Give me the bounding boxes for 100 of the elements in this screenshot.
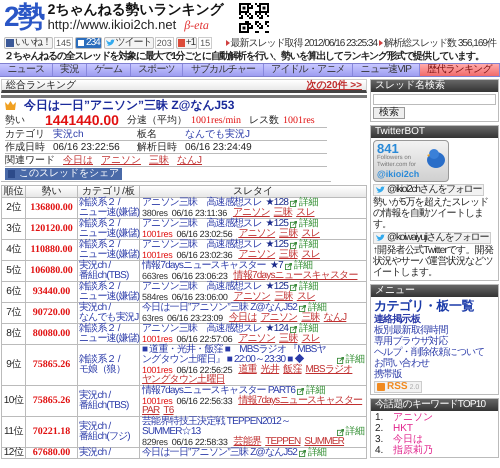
keyword-link[interactable]: TEPPEN (265, 437, 300, 447)
keyword-link[interactable]: アニソン (232, 208, 270, 218)
keyword-link[interactable]: アニソン (260, 313, 298, 323)
category-link[interactable]: 雑談系２ / (79, 198, 138, 208)
trending-keyword-link[interactable]: 今日は (393, 434, 423, 445)
site-logo[interactable]: 2勢 (4, 1, 44, 33)
category-link[interactable]: 雑談系２ / (79, 240, 138, 250)
keyword-link[interactable]: SUMMER (304, 437, 344, 447)
thread-title-link[interactable]: 情報7daysニュースキャスター (142, 261, 266, 271)
menu-link[interactable]: 板別最新取得時間 (374, 325, 448, 336)
menu-link[interactable]: お問い合わせ (374, 358, 430, 369)
category-link[interactable]: ニュー速(嫌儲) (79, 292, 138, 302)
keyword-link[interactable]: 三昧 (279, 250, 298, 260)
keyword-link[interactable]: MBSラジオ (306, 365, 352, 375)
detail-link[interactable]: 詳細 (346, 355, 364, 365)
share-button[interactable]: いいね！ (4, 37, 53, 49)
detail-link[interactable]: 詳細 (294, 261, 312, 271)
keyword-link[interactable]: アニソン (238, 250, 276, 260)
category-link[interactable]: ニュー速(嫌儲) (79, 208, 138, 218)
keyword-link[interactable]: 光井 (260, 365, 280, 375)
category-link[interactable]: 雑談系２ / (79, 355, 138, 365)
category-link[interactable]: 雑談系２ / (79, 324, 138, 334)
detail-link[interactable]: 詳細 (346, 427, 364, 437)
thread-title-link[interactable]: アニソン三昧 高速感想スレ (142, 198, 262, 208)
nav-tab[interactable]: ニュース (0, 64, 53, 76)
detail-link[interactable]: 詳細 (308, 448, 326, 458)
category-link[interactable]: ニュー速(嫌儲) (79, 229, 138, 239)
detail-link[interactable]: 詳細 (299, 282, 318, 292)
nav-tab[interactable]: 実況 (52, 64, 88, 76)
keyword-link[interactable]: スレ (302, 229, 320, 239)
category-link[interactable]: 実況ch / (79, 261, 138, 271)
detail-link[interactable]: 詳細 (306, 386, 325, 396)
trending-keyword-link[interactable]: HKT (393, 423, 413, 434)
keyword-link[interactable]: 三昧 (279, 334, 298, 344)
nav-tab[interactable]: アイドル・アニメ (264, 64, 354, 76)
category-link[interactable]: 雑談系２ / (79, 282, 138, 292)
keyword-link[interactable]: アニソン (101, 152, 141, 168)
search-field[interactable] (373, 94, 496, 105)
category-link[interactable]: 番組ch(TBS) (79, 271, 138, 281)
follow-button[interactable]: @koiwaiyujiさんをフォロー (373, 232, 492, 244)
thread-title-link[interactable]: ■ 道重・光井・飯窪 ■ MBSラジオ 『MBSヤングタウン土曜日』 ■ 22:00～23:30 ■ ◆ (142, 345, 335, 365)
field-value[interactable]: なんでも実況J (185, 126, 250, 142)
detail-link[interactable]: 詳細 (308, 303, 326, 313)
category-link[interactable]: 番組ch(フジ) (79, 432, 138, 442)
field-value[interactable]: 実況ch (53, 126, 133, 142)
search-button[interactable]: 検索 (373, 107, 405, 119)
keyword-link[interactable]: 三昧 (301, 313, 320, 323)
share-button[interactable]: +1 (176, 37, 198, 49)
trending-keyword-link[interactable]: アニソン (393, 412, 433, 423)
keyword-link[interactable]: 三昧 (274, 208, 292, 218)
thread-title-link[interactable]: 今日は一日”アニソン”三昧 Z@なんJ52 (142, 303, 298, 313)
keyword-link[interactable]: アニソン (238, 229, 276, 239)
keyword-link[interactable]: 飯窪 (283, 365, 302, 375)
keyword-link[interactable]: ヤングタウン土曜日 (142, 375, 225, 385)
keyword-link[interactable]: アニソン (234, 292, 270, 302)
keyword-link[interactable]: 情報7daysニュースキャスター (234, 271, 358, 281)
menu-link[interactable]: 連絡掲示板 (374, 314, 420, 325)
category-link[interactable]: 実況ch / (79, 422, 138, 432)
keyword-link[interactable]: 情報7daysニュースキャスター (238, 396, 362, 406)
menu-link[interactable]: 専用ブラウザ対応 (374, 336, 448, 347)
menu-heading-link[interactable]: カテゴリ・板一覧 (374, 298, 495, 314)
keyword-link[interactable]: T6 (163, 406, 174, 416)
keyword-link[interactable]: なんJ (324, 313, 346, 323)
category-link[interactable]: 雑談系２ / (79, 219, 138, 229)
category-link[interactable]: なんでも実況J (79, 313, 138, 323)
nav-tab[interactable]: ゲーム (87, 64, 131, 76)
keyword-link[interactable]: PAR (142, 406, 160, 416)
keyword-link[interactable]: 今日は (63, 152, 93, 168)
category-link[interactable]: ニュー速(嫌儲) (79, 250, 138, 260)
share-button[interactable]: 234 (75, 37, 102, 49)
thread-title-link[interactable]: 芸能界特技王決定戦 TEPPEN2012～SUMMER☆13 (142, 417, 335, 437)
thread-title-link[interactable]: 情報7daysニュースキャスター PART6 (142, 386, 296, 396)
menu-link[interactable]: 携帯版 (374, 369, 402, 380)
keyword-link[interactable]: 三昧 (149, 152, 169, 168)
category-link[interactable]: 番組ch(TBS) (79, 401, 138, 411)
nav-tab[interactable]: 歴代ランキング (420, 64, 500, 76)
keyword-link[interactable]: スレ (296, 292, 316, 302)
share-button[interactable]: ツイート (104, 37, 154, 49)
keyword-link[interactable]: スレ (302, 334, 320, 344)
category-link[interactable]: 実況ch / (79, 303, 138, 313)
detail-link[interactable]: 詳細 (299, 240, 318, 250)
category-link[interactable]: モ娘（狼） (79, 365, 138, 375)
keyword-link[interactable]: なんJ (177, 152, 202, 168)
menu-link[interactable]: ヘルプ・削除依頼について (374, 347, 484, 358)
top-thread-title[interactable]: 今日は一日”アニソン”三昧 Z@なんJ53 (24, 98, 234, 113)
follow-button[interactable]: @ikioi2chさんをフォロー (373, 184, 484, 196)
detail-link[interactable]: 詳細 (299, 219, 318, 229)
keyword-link[interactable]: スレ (296, 208, 315, 218)
nav-tab[interactable]: サブカルチャー (183, 64, 264, 76)
thread-title-link[interactable]: アニソン三昧 高速感想スレ (142, 219, 262, 229)
keyword-link[interactable]: 芸能界 (234, 437, 262, 447)
detail-link[interactable]: 詳細 (299, 324, 318, 334)
nav-tab[interactable]: スポーツ (130, 64, 184, 76)
category-link[interactable]: 実況ch / (79, 391, 138, 401)
keyword-link[interactable]: 三昧 (274, 292, 293, 302)
keyword-link[interactable]: アニソン (238, 334, 276, 344)
keyword-link[interactable]: 道重 (238, 365, 257, 375)
detail-link[interactable]: 詳細 (299, 198, 318, 208)
category-link[interactable]: 実況ch / (79, 448, 138, 458)
facebook-share-button[interactable]: このスレッドをシェア (5, 168, 122, 180)
